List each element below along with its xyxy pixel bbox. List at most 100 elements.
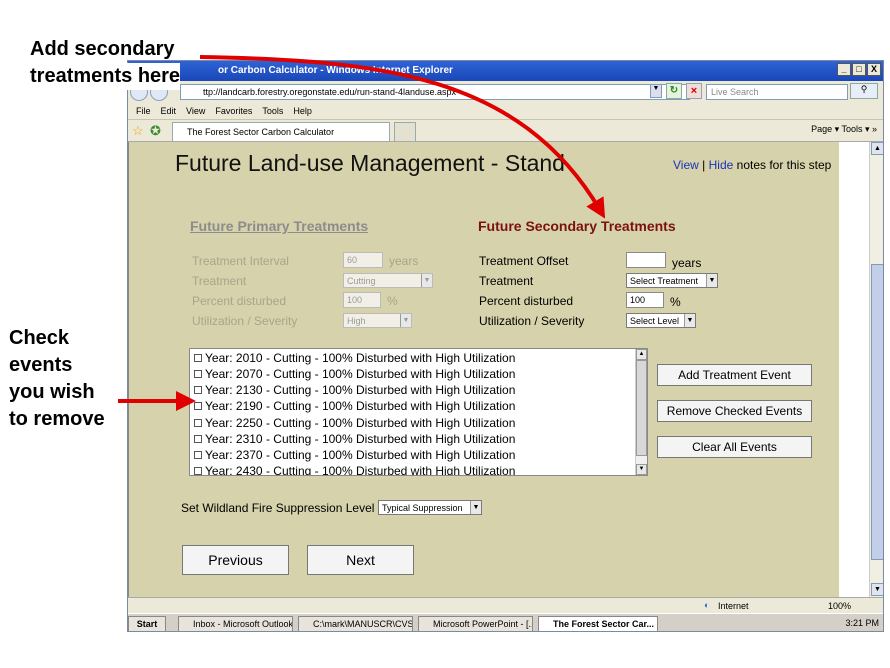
chevron-down-icon: ▼ — [400, 314, 411, 327]
scroll-down-icon[interactable]: ▼ — [871, 583, 883, 596]
view-notes-link[interactable]: View — [673, 158, 699, 172]
taskbar-item-ie[interactable]: The Forest Sector Car... — [538, 616, 658, 631]
list-item[interactable]: Year: 2430 - Cutting - 100% Disturbed wi… — [194, 464, 515, 475]
event-checkbox[interactable] — [194, 419, 202, 427]
refresh-icon[interactable]: ↻ — [666, 83, 682, 99]
secondary-util-select[interactable]: Select Level ▼ — [626, 313, 696, 328]
taskbar-item-powerpoint[interactable]: Microsoft PowerPoint - [... — [418, 616, 533, 631]
secondary-percent-input[interactable]: 100 — [626, 292, 664, 308]
primary-interval-input: 60 — [343, 252, 383, 268]
menu-view[interactable]: View — [186, 106, 205, 119]
event-checkbox[interactable] — [194, 402, 202, 410]
search-input[interactable]: Live Search — [706, 84, 848, 100]
status-zone: Internet — [718, 601, 749, 611]
event-checkbox[interactable] — [194, 451, 202, 459]
tab-forest-carbon[interactable]: The Forest Sector Carbon Calculator — [172, 122, 390, 141]
list-item[interactable]: Year: 2250 - Cutting - 100% Disturbed wi… — [194, 416, 515, 430]
event-checkbox[interactable] — [194, 467, 202, 475]
treatment-event-list[interactable]: Year: 2010 - Cutting - 100% Disturbed wi… — [189, 348, 648, 476]
maximize-button[interactable]: □ — [852, 63, 866, 76]
secondary-offset-label: Treatment Offset — [479, 254, 569, 268]
secondary-util-value: Select Level — [630, 316, 680, 326]
taskbar-item-folder[interactable]: C:\mark\MANUSCR\CVS — [298, 616, 413, 631]
event-checkbox[interactable] — [194, 435, 202, 443]
menu-bar: File Edit View Favorites Tools Help — [128, 103, 883, 120]
previous-button[interactable]: Previous — [182, 545, 289, 575]
menu-favorites[interactable]: Favorites — [215, 106, 252, 119]
stop-icon[interactable]: × — [686, 83, 702, 99]
clear-all-events-button[interactable]: Clear All Events — [657, 436, 812, 458]
primary-treatments-header[interactable]: Future Primary Treatments — [190, 218, 368, 234]
chevron-down-icon[interactable]: ▼ — [470, 501, 481, 514]
add-treatment-event-button[interactable]: Add Treatment Event — [657, 364, 812, 386]
fire-suppression-label: Set Wildland Fire Suppression Level — [181, 501, 375, 515]
taskbar: Start Inbox - Microsoft Outlook C:\mark\… — [128, 613, 883, 631]
secondary-offset-input[interactable] — [626, 252, 666, 268]
primary-treatment-label: Treatment — [192, 274, 247, 288]
next-button[interactable]: Next — [307, 545, 414, 575]
window-controls: _ □ X — [837, 63, 881, 76]
annotation-add-secondary: Add secondary treatments here — [30, 36, 181, 90]
taskbar-clock: 3:21 PM — [845, 618, 879, 628]
event-checkbox[interactable] — [194, 386, 202, 394]
start-button[interactable]: Start — [128, 616, 166, 631]
event-label: Year: 2310 - Cutting - 100% Disturbed wi… — [205, 432, 516, 446]
event-label: Year: 2130 - Cutting - 100% Disturbed wi… — [205, 383, 516, 397]
taskbar-item-outlook[interactable]: Inbox - Microsoft Outlook — [178, 616, 293, 631]
new-tab-button[interactable] — [394, 122, 416, 141]
list-item[interactable]: Year: 2070 - Cutting - 100% Disturbed wi… — [194, 367, 515, 381]
event-list-scrollbar[interactable]: ▲ ▼ — [635, 349, 647, 475]
chevron-down-icon[interactable]: ▼ — [706, 274, 717, 287]
address-dropdown-icon[interactable]: ▼ — [650, 84, 662, 98]
command-bar[interactable]: Page ▾ Tools ▾ » — [811, 124, 877, 135]
scroll-thumb[interactable] — [636, 360, 647, 456]
primary-percent-label: Percent disturbed — [192, 294, 287, 308]
menu-help[interactable]: Help — [293, 106, 312, 119]
primary-percent-input: 100 — [343, 292, 381, 308]
hide-notes-link[interactable]: Hide — [709, 158, 734, 172]
event-label: Year: 2010 - Cutting - 100% Disturbed wi… — [205, 351, 516, 365]
annotation-line: to remove — [9, 408, 105, 430]
chevron-down-icon: ▼ — [421, 274, 432, 287]
remove-checked-events-button[interactable]: Remove Checked Events — [657, 400, 812, 422]
menu-file[interactable]: File — [136, 106, 151, 119]
fire-suppression-value: Typical Suppression — [382, 503, 463, 513]
scroll-up-icon[interactable]: ▲ — [636, 349, 647, 360]
list-item[interactable]: Year: 2310 - Cutting - 100% Disturbed wi… — [194, 432, 515, 446]
chevron-down-icon[interactable]: ▼ — [684, 314, 695, 327]
notes-suffix: notes for this step — [736, 158, 832, 172]
annotation-line: events — [9, 354, 73, 376]
minimize-button[interactable]: _ — [837, 63, 851, 76]
list-item[interactable]: Year: 2370 - Cutting - 100% Disturbed wi… — [194, 448, 515, 462]
scroll-down-icon[interactable]: ▼ — [636, 464, 647, 475]
window-title: or Carbon Calculator - Windows Internet … — [218, 65, 453, 76]
fire-suppression-select[interactable]: Typical Suppression ▼ — [378, 500, 482, 515]
event-checkbox[interactable] — [194, 370, 202, 378]
event-checkbox[interactable] — [194, 354, 202, 362]
notes-toggle: View | Hide notes for this step — [673, 158, 831, 172]
status-bar: ◐ Internet 100% — [128, 597, 883, 613]
list-item[interactable]: Year: 2130 - Cutting - 100% Disturbed wi… — [194, 383, 515, 397]
list-item[interactable]: Year: 2010 - Cutting - 100% Disturbed wi… — [194, 351, 515, 365]
search-icon[interactable]: ⚲ — [850, 83, 878, 99]
favorites-star-icon[interactable]: ☆ — [132, 123, 144, 139]
zoom-level[interactable]: 100% — [828, 601, 851, 611]
primary-treatment-select: Cutting ▼ — [343, 273, 433, 288]
primary-util-label: Utilization / Severity — [192, 314, 298, 328]
window-titlebar: or Carbon Calculator - Windows Internet … — [128, 61, 883, 81]
event-label: Year: 2190 - Cutting - 100% Disturbed wi… — [205, 399, 516, 413]
scroll-thumb[interactable] — [871, 264, 883, 560]
add-favorite-icon[interactable]: ✪ — [150, 123, 161, 139]
address-bar[interactable]: ttp://landcarb.forestry.oregonstate.edu/… — [180, 84, 690, 100]
page-scrollbar[interactable]: ▲ ▼ — [869, 142, 883, 597]
secondary-treatments-header: Future Secondary Treatments — [478, 218, 676, 234]
close-button[interactable]: X — [867, 63, 881, 76]
menu-edit[interactable]: Edit — [161, 106, 177, 119]
notes-separator: | — [702, 158, 706, 172]
scroll-up-icon[interactable]: ▲ — [871, 142, 883, 155]
page-title: Future Land-use Management - Stand — [175, 150, 565, 176]
menu-tools[interactable]: Tools — [262, 106, 283, 119]
list-item[interactable]: Year: 2190 - Cutting - 100% Disturbed wi… — [194, 399, 515, 413]
secondary-treatment-select[interactable]: Select Treatment ▼ — [626, 273, 718, 288]
primary-util-value: High — [347, 316, 366, 326]
